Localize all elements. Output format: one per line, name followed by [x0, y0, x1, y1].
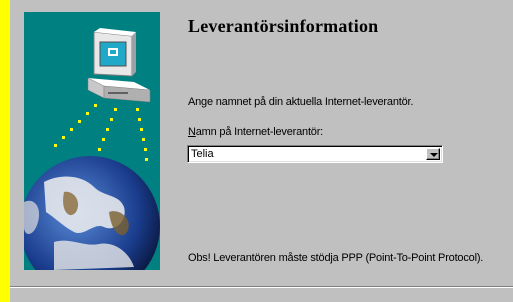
ppp-note: Obs! Leverantören måste stödja PPP (Poin…: [188, 252, 484, 264]
globe-icon: [24, 156, 160, 270]
wizard-dialog: Leverantörsinformation Ange namnet på di…: [10, 0, 513, 302]
signal-dots: [54, 104, 148, 161]
label-text: amn på Internet-leverantör:: [195, 126, 324, 138]
label-mnemonic: N: [188, 126, 196, 138]
instruction-text: Ange namnet på din aktuella Internet-lev…: [188, 96, 414, 108]
provider-name-combobox[interactable]: Telia: [187, 145, 443, 163]
provider-name-value[interactable]: Telia: [191, 148, 214, 160]
page-title: Leverantörsinformation: [188, 16, 379, 36]
provider-name-label: Namn på Internet-leverantör:: [188, 126, 323, 138]
computer-icon: [87, 28, 151, 103]
chevron-down-icon[interactable]: [426, 148, 440, 160]
divider: [10, 286, 513, 288]
computer-globe-illustration: [24, 12, 160, 270]
